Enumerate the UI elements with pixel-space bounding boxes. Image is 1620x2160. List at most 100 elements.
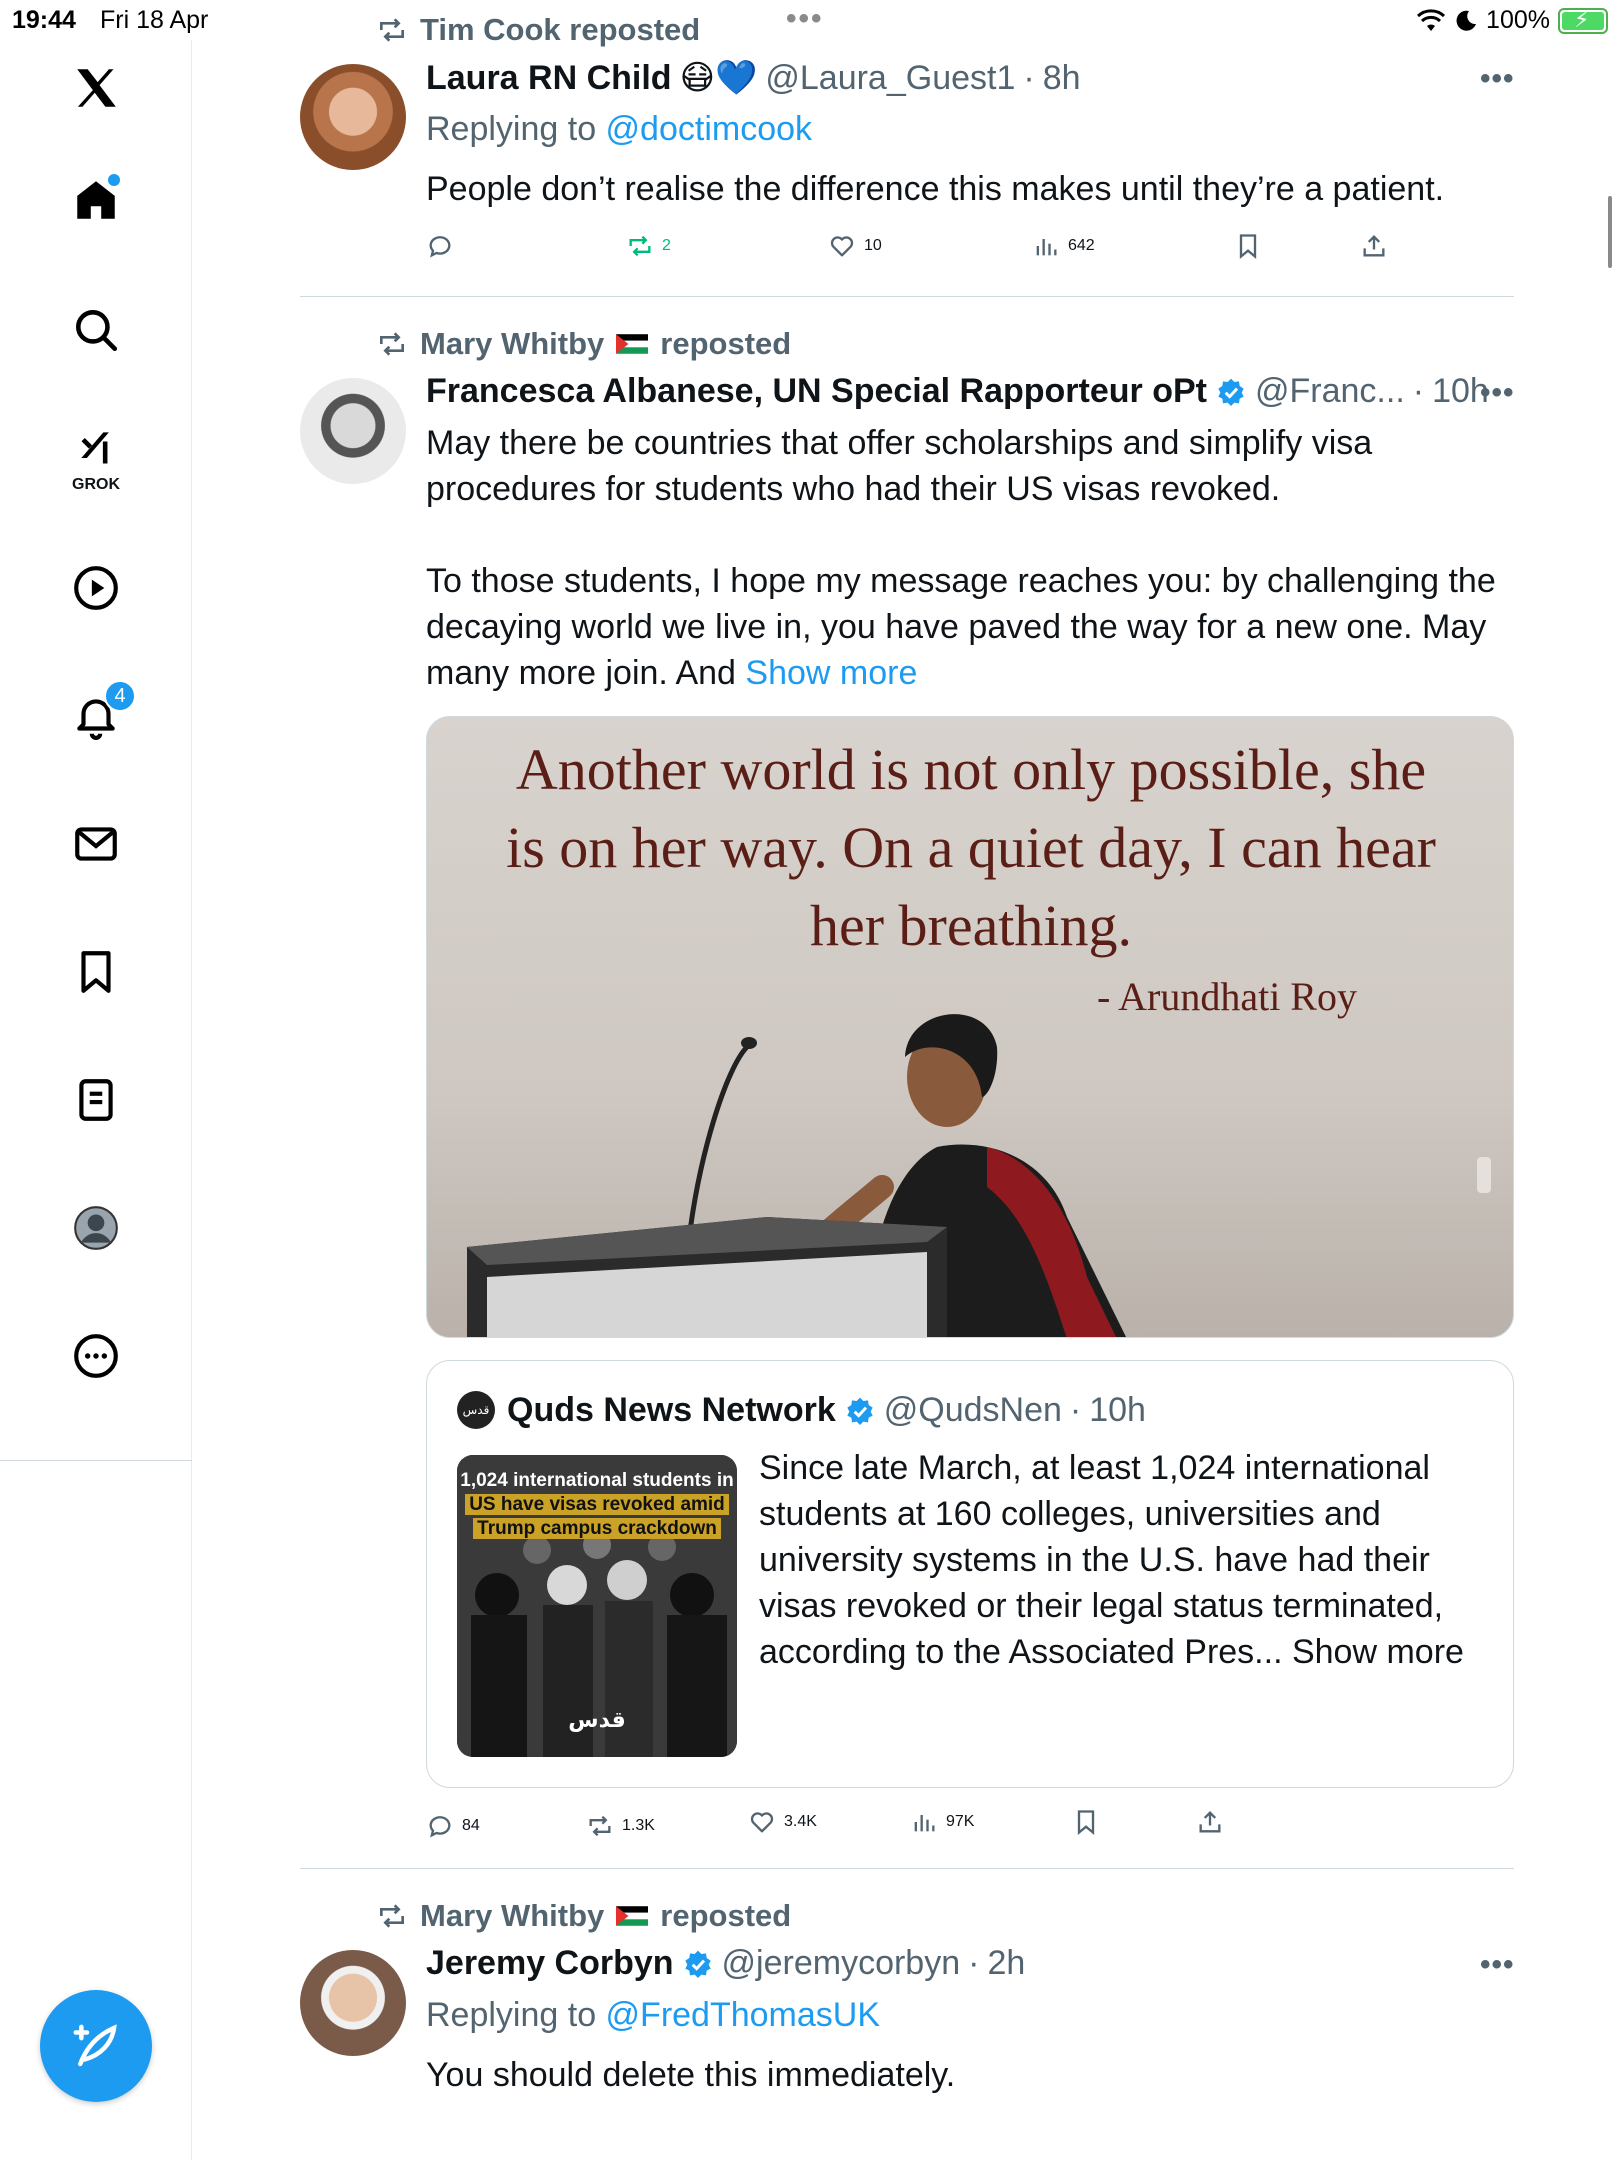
- quoted-avatar-logo: قدس: [462, 1403, 490, 1417]
- bookmarks-icon[interactable]: [66, 942, 126, 1002]
- wifi-icon: [1417, 8, 1446, 31]
- reply-button[interactable]: 84: [426, 1812, 480, 1840]
- messages-mail-icon[interactable]: [66, 814, 126, 874]
- status-time: 19:44: [12, 6, 76, 34]
- quoted-tweet[interactable]: قدس Quds News Network @QudsNen · 10h 1,0…: [426, 1360, 1514, 1788]
- author-handle[interactable]: @Franc...: [1255, 372, 1405, 411]
- views-chart-icon: [914, 1815, 935, 1832]
- quoted-time: 10h: [1089, 1391, 1146, 1429]
- more-menu-icon[interactable]: •••: [1480, 62, 1515, 96]
- repost-icon: [380, 332, 404, 356]
- grok-label: GROK: [72, 476, 120, 493]
- x-logo-icon[interactable]: [66, 58, 126, 118]
- replying-to-link[interactable]: @doctimcook: [606, 110, 812, 148]
- tweet-time[interactable]: 8h: [1043, 59, 1081, 98]
- views-button[interactable]: 642: [1032, 232, 1095, 260]
- status-date: Fri 18 Apr: [100, 6, 209, 34]
- scroll-indicator[interactable]: [1608, 196, 1612, 268]
- repost-button[interactable]: 2: [626, 232, 671, 260]
- status-bar: 19:44 Fri 18 Apr ••• 100% ⚡: [0, 0, 1620, 40]
- tweet-divider: [300, 296, 1514, 297]
- home-unread-dot: [108, 174, 120, 186]
- thumbnail-headline-line: US have visas revoked amid: [465, 1494, 729, 1515]
- reply-button[interactable]: [426, 232, 454, 260]
- video-play-icon[interactable]: [66, 558, 126, 618]
- search-icon[interactable]: [66, 300, 126, 360]
- notifications-bell-icon[interactable]: 4: [66, 680, 136, 746]
- avatar[interactable]: [300, 64, 406, 170]
- quoted-thumbnail: 1,024 international students in US have …: [457, 1455, 737, 1757]
- quoted-text: Since late March, at least 1,024 interna…: [759, 1449, 1464, 1671]
- share-button[interactable]: [1360, 232, 1388, 260]
- repost-context: Mary Whitby reposted: [376, 1898, 791, 1934]
- repost-icon: [589, 1815, 611, 1837]
- avatar[interactable]: [300, 1950, 406, 2056]
- multitasking-dots-icon[interactable]: •••: [786, 2, 824, 36]
- sidebar-divider: [0, 1460, 192, 1461]
- tweet-paragraph-2: To those students, I hope my message rea…: [426, 558, 1516, 696]
- reply-count: 84: [462, 1817, 480, 1834]
- like-count: 10: [864, 237, 882, 254]
- lists-icon[interactable]: [66, 1070, 126, 1130]
- like-count: 3.4K: [784, 1813, 817, 1830]
- grok-icon[interactable]: GROK: [66, 424, 126, 493]
- avatar[interactable]: [300, 378, 406, 484]
- more-menu-icon[interactable]: •••: [1480, 376, 1515, 410]
- more-options-icon[interactable]: [66, 1326, 126, 1386]
- like-button[interactable]: 3.4K: [748, 1808, 817, 1836]
- repost-count: 2: [662, 237, 671, 254]
- thumbnail-headline-line: 1,024 international students in: [460, 1470, 734, 1491]
- compose-feather-icon: [73, 2024, 117, 2067]
- verified-badge-icon: [684, 1950, 711, 1978]
- home-icon[interactable]: [66, 170, 126, 230]
- author-handle[interactable]: @Laura_Guest1: [765, 59, 1015, 98]
- author-name[interactable]: Laura RN Child: [426, 59, 672, 98]
- battery-icon: ⚡: [1558, 7, 1608, 34]
- tweet-text: People don’t realise the difference this…: [426, 170, 1445, 208]
- tweet-text: You should delete this immediately.: [426, 2056, 956, 2094]
- thumbnail-logo: قدس: [568, 1707, 626, 1732]
- author-name[interactable]: Jeremy Corbyn: [426, 1944, 674, 1983]
- tweet-header: Laura RN Child 😷💙 @Laura_Guest1 · 8h: [426, 58, 1081, 98]
- heart-icon: [750, 1812, 774, 1833]
- tweet-media-image[interactable]: Another world is not only possible, she …: [426, 716, 1514, 1338]
- sidebar: GROK 4: [0, 40, 192, 2160]
- palestine-flag-icon: [616, 334, 649, 354]
- quoted-author-name: Quds News Network: [507, 1391, 836, 1429]
- bookmark-icon: [1077, 1810, 1095, 1835]
- repost-icon: [629, 235, 651, 257]
- like-button[interactable]: 10: [828, 232, 882, 260]
- replying-prefix: Replying to: [426, 110, 606, 148]
- profile-avatar-icon[interactable]: [66, 1198, 126, 1258]
- reply-icon: [429, 1816, 451, 1838]
- separator-dot: ·: [1069, 1391, 1082, 1429]
- compose-post-button[interactable]: [40, 1990, 152, 2102]
- repost-label: Tim Cook reposted: [420, 12, 701, 47]
- tweet-paragraph-2-text: To those students, I hope my message rea…: [426, 562, 1496, 692]
- thumbnail-headline: 1,024 international students in US have …: [457, 1469, 737, 1541]
- reply-icon: [429, 236, 451, 258]
- repost-context: Tim Cook reposted: [376, 12, 700, 48]
- tweet-header: Francesca Albanese, UN Special Rapporteu…: [426, 372, 1489, 411]
- replying-to: Replying to @FredThomasUK: [426, 1996, 880, 2035]
- tweet-time[interactable]: 2h: [987, 1944, 1025, 1983]
- more-menu-icon[interactable]: •••: [1480, 1948, 1515, 1982]
- tweet-paragraph-1: May there be countries that offer schola…: [426, 424, 1373, 508]
- author-name[interactable]: Francesca Albanese, UN Special Rapporteu…: [426, 372, 1207, 411]
- views-button[interactable]: 97K: [910, 1808, 974, 1836]
- replying-prefix: Replying to: [426, 1996, 606, 2034]
- heart-icon: [830, 236, 854, 257]
- repost-context: Mary Whitby reposted: [376, 326, 791, 362]
- share-icon: [1199, 1811, 1221, 1833]
- repost-button[interactable]: 1.3K: [586, 1812, 655, 1840]
- bookmark-button[interactable]: [1072, 1808, 1100, 1836]
- tweet-divider: [300, 1868, 1514, 1869]
- show-more-link[interactable]: Show more: [745, 654, 917, 692]
- share-button[interactable]: [1196, 1808, 1224, 1836]
- verified-badge-icon: [847, 1397, 873, 1425]
- bookmark-button[interactable]: [1234, 232, 1262, 260]
- author-handle[interactable]: @jeremycorbyn: [722, 1944, 961, 1983]
- notifications-badge: 4: [104, 680, 136, 712]
- repost-suffix: reposted: [660, 1898, 792, 1933]
- replying-to-link[interactable]: @FredThomasUK: [606, 1996, 880, 2034]
